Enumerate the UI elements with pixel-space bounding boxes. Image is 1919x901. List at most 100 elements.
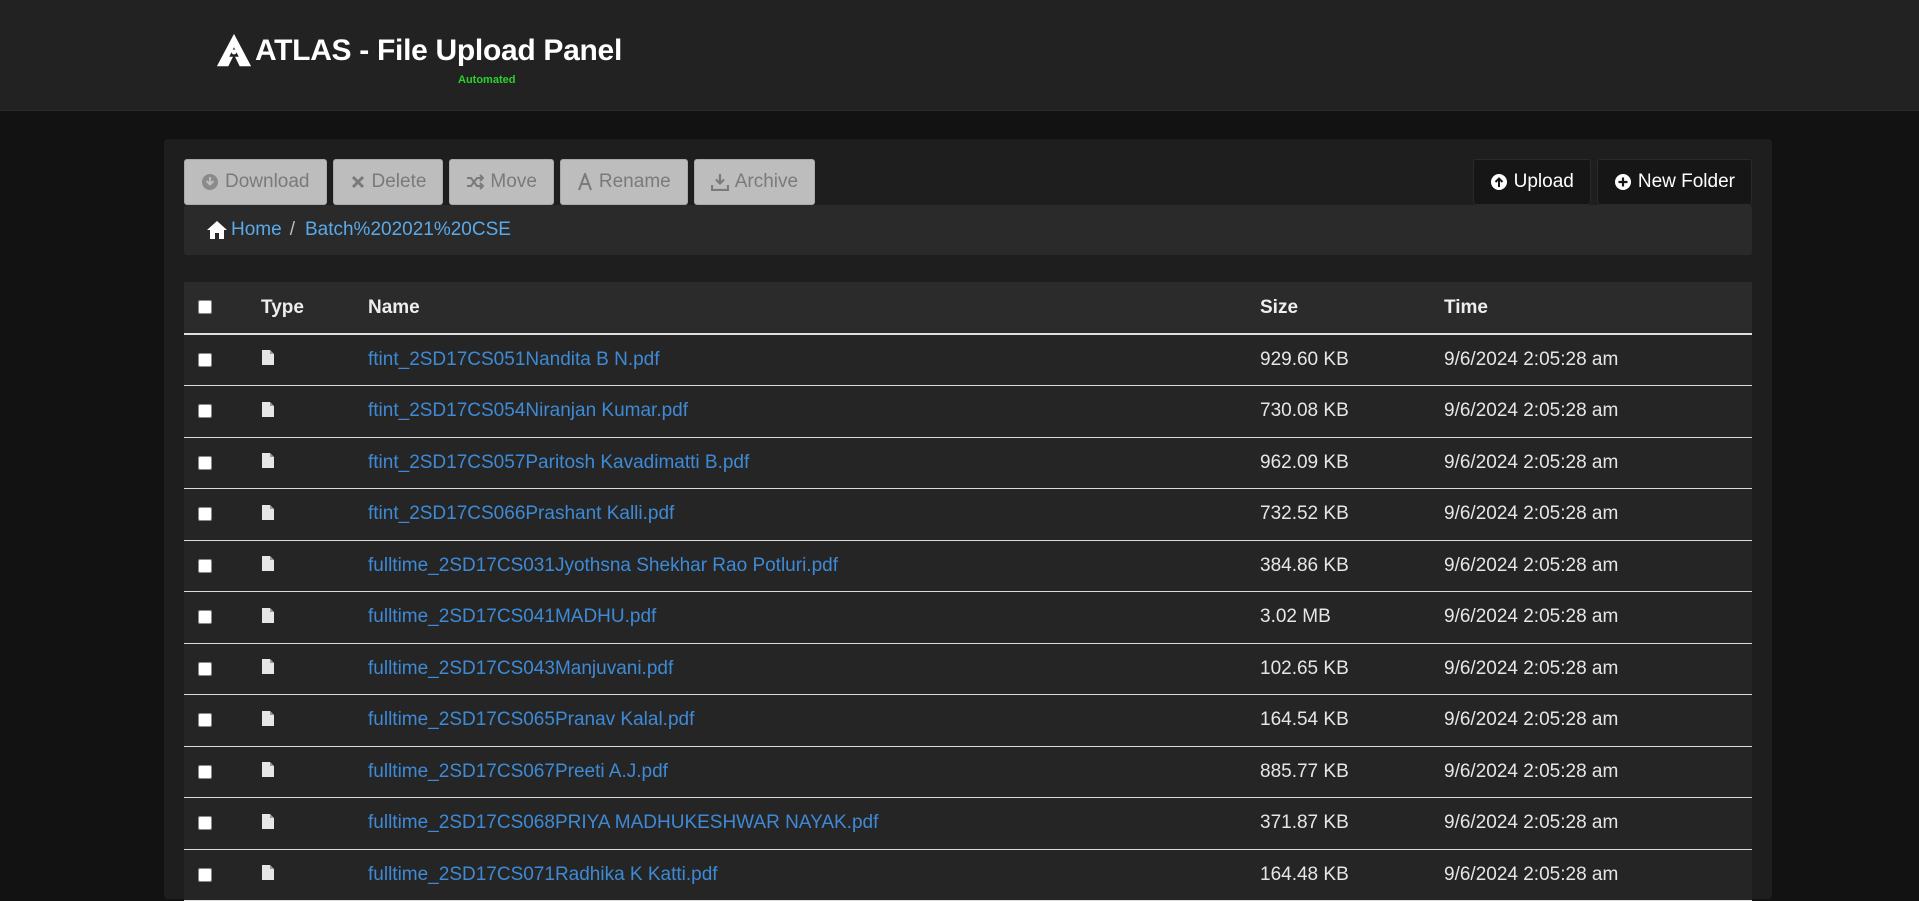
create-toolbar: Upload New Folder bbox=[1472, 159, 1752, 205]
row-size: 102.65 KB bbox=[1260, 643, 1444, 695]
app-title: ATLAS - File Upload Panel bbox=[255, 34, 622, 67]
file-name-link[interactable]: fulltime_2SD17CS041MADHU.pdf bbox=[368, 606, 656, 627]
row-time: 9/6/2024 2:05:28 am bbox=[1444, 334, 1752, 386]
column-time[interactable]: Time bbox=[1444, 282, 1752, 335]
select-all-cell bbox=[184, 282, 261, 335]
breadcrumb-separator: / bbox=[289, 219, 295, 240]
download-icon bbox=[202, 174, 218, 190]
file-table-body: ftint_2SD17CS051Nandita B N.pdf 929.60 KB… bbox=[184, 334, 1752, 901]
column-size[interactable]: Size bbox=[1260, 282, 1444, 335]
table-row[interactable]: ftint_2SD17CS066Prashant Kalli.pdf 732.52… bbox=[184, 488, 1752, 541]
row-name-cell: ftint_2SD17CS051Nandita B N.pdf bbox=[368, 334, 1260, 386]
row-checkbox[interactable] bbox=[198, 404, 212, 419]
file-icon bbox=[262, 865, 274, 881]
table-header-row: Type Name Size Time bbox=[184, 282, 1752, 335]
action-toolbar: Download Delete Move Rename Archive bbox=[184, 159, 816, 205]
row-size: 371.87 KB bbox=[1260, 797, 1444, 850]
select-all-checkbox[interactable] bbox=[198, 300, 212, 315]
download-button[interactable]: Download bbox=[184, 159, 327, 205]
row-checkbox[interactable] bbox=[198, 713, 212, 728]
column-type[interactable]: Type bbox=[261, 282, 368, 335]
row-select-cell bbox=[184, 385, 261, 438]
row-checkbox[interactable] bbox=[198, 661, 212, 676]
rename-button[interactable]: Rename bbox=[559, 159, 688, 205]
row-time: 9/6/2024 2:05:28 am bbox=[1444, 694, 1752, 747]
row-time: 9/6/2024 2:05:28 am bbox=[1444, 540, 1752, 592]
file-name-link[interactable]: fulltime_2SD17CS065Pranav Kalal.pdf bbox=[368, 709, 694, 730]
row-type-cell bbox=[261, 849, 368, 901]
row-time: 9/6/2024 2:05:28 am bbox=[1444, 849, 1752, 901]
delete-button[interactable]: Delete bbox=[332, 159, 444, 205]
archive-button[interactable]: Archive bbox=[693, 159, 816, 205]
row-size: 885.77 KB bbox=[1260, 746, 1444, 798]
row-time: 9/6/2024 2:05:28 am bbox=[1444, 591, 1752, 644]
breadcrumb-home-label[interactable]: Home bbox=[231, 219, 282, 241]
row-name-cell: fulltime_2SD17CS043Manjuvani.pdf bbox=[368, 643, 1260, 695]
plus-circle-icon bbox=[1614, 174, 1631, 190]
row-size: 732.52 KB bbox=[1260, 488, 1444, 541]
row-size: 164.48 KB bbox=[1260, 849, 1444, 901]
upload-circle-icon bbox=[1490, 174, 1507, 190]
file-name-link[interactable]: ftint_2SD17CS066Prashant Kalli.pdf bbox=[368, 503, 674, 524]
breadcrumb-current[interactable]: Batch%202021%20CSE bbox=[305, 219, 511, 241]
file-name-link[interactable]: fulltime_2SD17CS068PRIYA MADHUKESHWAR NA… bbox=[368, 812, 878, 833]
row-checkbox[interactable] bbox=[198, 764, 212, 779]
home-icon bbox=[207, 221, 227, 239]
brand[interactable]: ATLAS - File Upload Panel Automated bbox=[215, 32, 622, 86]
row-size: 730.08 KB bbox=[1260, 385, 1444, 438]
table-row[interactable]: fulltime_2SD17CS043Manjuvani.pdf 102.65 K… bbox=[184, 643, 1752, 695]
shuffle-icon bbox=[467, 174, 485, 190]
row-select-cell bbox=[184, 591, 261, 644]
app-subtitle: Automated bbox=[458, 74, 516, 86]
font-icon bbox=[577, 173, 592, 191]
table-row[interactable]: ftint_2SD17CS054Niranjan Kumar.pdf 730.08… bbox=[184, 385, 1752, 438]
row-select-cell bbox=[184, 643, 261, 695]
file-name-link[interactable]: fulltime_2SD17CS067Preeti A.J.pdf bbox=[368, 761, 668, 782]
row-size: 3.02 MB bbox=[1260, 591, 1444, 644]
row-type-cell bbox=[261, 540, 368, 592]
row-checkbox[interactable] bbox=[198, 352, 212, 367]
file-name-link[interactable]: fulltime_2SD17CS043Manjuvani.pdf bbox=[368, 658, 673, 679]
file-name-link[interactable]: ftint_2SD17CS051Nandita B N.pdf bbox=[368, 349, 660, 370]
row-name-cell: ftint_2SD17CS066Prashant Kalli.pdf bbox=[368, 488, 1260, 541]
table-row[interactable]: fulltime_2SD17CS068PRIYA MADHUKESHWAR NA… bbox=[184, 797, 1752, 850]
file-icon bbox=[262, 350, 274, 366]
row-type-cell bbox=[261, 334, 368, 386]
row-checkbox[interactable] bbox=[198, 867, 212, 882]
file-icon bbox=[262, 607, 274, 623]
table-row[interactable]: fulltime_2SD17CS067Preeti A.J.pdf 885.77 … bbox=[184, 746, 1752, 798]
column-name[interactable]: Name bbox=[368, 282, 1260, 335]
table-row[interactable]: fulltime_2SD17CS041MADHU.pdf 3.02 MB 9/6/2… bbox=[184, 591, 1752, 644]
upload-label: Upload bbox=[1513, 171, 1574, 192]
row-select-cell bbox=[184, 334, 261, 386]
file-table: Type Name Size Time ftint_2SD17CS051Nand… bbox=[184, 282, 1752, 901]
row-checkbox[interactable] bbox=[198, 816, 212, 831]
row-checkbox[interactable] bbox=[198, 507, 212, 522]
table-row[interactable]: ftint_2SD17CS057Paritosh Kavadimatti B.p… bbox=[184, 437, 1752, 489]
row-checkbox[interactable] bbox=[198, 610, 212, 625]
upload-button[interactable]: Upload bbox=[1472, 159, 1591, 205]
move-button[interactable]: Move bbox=[449, 159, 554, 205]
row-name-cell: fulltime_2SD17CS041MADHU.pdf bbox=[368, 591, 1260, 644]
row-checkbox[interactable] bbox=[198, 455, 212, 470]
row-time: 9/6/2024 2:05:28 am bbox=[1444, 746, 1752, 798]
table-row[interactable]: fulltime_2SD17CS065Pranav Kalal.pdf 164.5… bbox=[184, 694, 1752, 747]
file-name-link[interactable]: fulltime_2SD17CS031Jyothsna Shekhar Rao … bbox=[368, 555, 838, 576]
new-folder-button[interactable]: New Folder bbox=[1596, 159, 1752, 205]
row-checkbox[interactable] bbox=[198, 558, 212, 573]
file-table-container: Type Name Size Time ftint_2SD17CS051Nand… bbox=[184, 282, 1752, 901]
file-name-link[interactable]: ftint_2SD17CS054Niranjan Kumar.pdf bbox=[368, 400, 688, 421]
rename-label: Rename bbox=[598, 171, 671, 192]
row-time: 9/6/2024 2:05:28 am bbox=[1444, 437, 1752, 489]
row-time: 9/6/2024 2:05:28 am bbox=[1444, 643, 1752, 695]
row-type-cell bbox=[261, 643, 368, 695]
table-row[interactable]: fulltime_2SD17CS031Jyothsna Shekhar Rao … bbox=[184, 540, 1752, 592]
file-manager-panel: Download Delete Move Rename Archive Uplo… bbox=[164, 139, 1772, 901]
row-type-cell bbox=[261, 797, 368, 850]
table-row[interactable]: fulltime_2SD17CS071Radhika K Katti.pdf 16… bbox=[184, 849, 1752, 901]
file-name-link[interactable]: ftint_2SD17CS057Paritosh Kavadimatti B.p… bbox=[368, 452, 749, 473]
breadcrumb-home[interactable]: Home bbox=[206, 219, 282, 241]
row-size: 962.09 KB bbox=[1260, 437, 1444, 489]
table-row[interactable]: ftint_2SD17CS051Nandita B N.pdf 929.60 KB… bbox=[184, 334, 1752, 386]
file-name-link[interactable]: fulltime_2SD17CS071Radhika K Katti.pdf bbox=[368, 864, 718, 885]
